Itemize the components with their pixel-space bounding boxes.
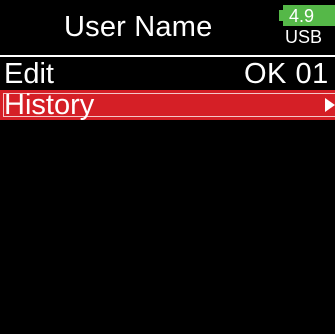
chevron-right-icon bbox=[325, 98, 335, 112]
header-divider bbox=[0, 55, 335, 57]
battery-voltage: 4.9 bbox=[289, 6, 315, 26]
menu-item-edit-label: Edit bbox=[4, 58, 54, 90]
user-name-screen: User Name 4.9 USB Edit OK 01 History bbox=[0, 0, 335, 334]
menu-item-history[interactable]: History bbox=[0, 89, 335, 121]
battery-body: 4.9 bbox=[283, 5, 335, 26]
menu-item-edit-value: OK 01 bbox=[244, 58, 329, 90]
battery-icon: 4.9 bbox=[279, 5, 335, 26]
menu-item-edit[interactable]: Edit OK 01 bbox=[0, 58, 335, 90]
page-title: User Name bbox=[64, 11, 213, 43]
power-source-label: USB bbox=[285, 27, 323, 47]
title-bar: User Name 4.9 USB bbox=[0, 0, 335, 56]
menu-item-history-label: History bbox=[4, 89, 95, 121]
